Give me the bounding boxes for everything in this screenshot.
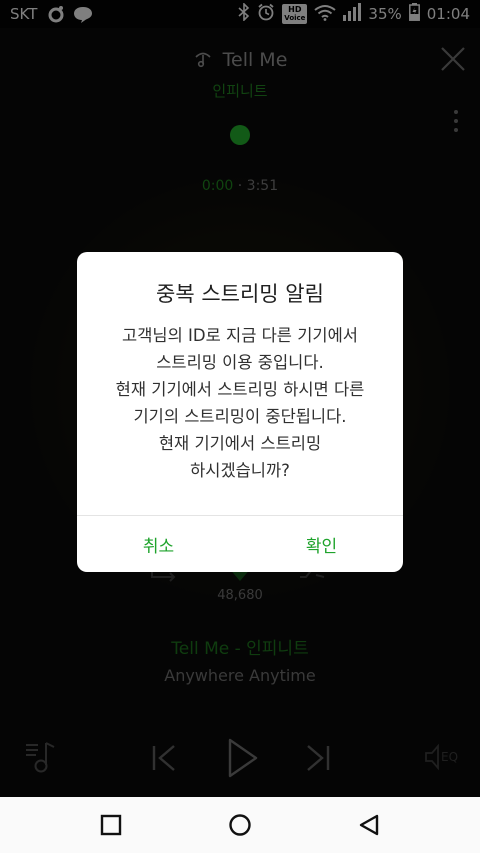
dialog-title: 중복 스트리밍 알림 xyxy=(156,282,324,306)
dialog-message-line: 기기의 스트리밍이 중단됩니다. xyxy=(133,407,347,426)
duplicate-streaming-dialog: 중복 스트리밍 알림 고객님의 ID로 지금 다른 기기에서 스트리밍 이용 중… xyxy=(77,252,403,572)
confirm-button[interactable]: 확인 xyxy=(240,516,403,572)
home-icon xyxy=(229,814,251,836)
dialog-message: 고객님의 ID로 지금 다른 기기에서 스트리밍 이용 중입니다. 현재 기기에… xyxy=(87,322,393,484)
dialog-message-line: 현재 기기에서 스트리밍 xyxy=(158,434,322,453)
dialog-message-line: 현재 기기에서 스트리밍 하시면 다른 xyxy=(115,380,365,399)
home-button[interactable] xyxy=(228,813,252,837)
back-button[interactable] xyxy=(357,813,381,837)
cancel-button[interactable]: 취소 xyxy=(77,516,240,572)
back-icon xyxy=(359,814,379,836)
dialog-message-line: 스트리밍 이용 중입니다. xyxy=(156,353,324,372)
recents-button[interactable] xyxy=(99,813,123,837)
recents-icon xyxy=(100,814,122,836)
dialog-message-line: 고객님의 ID로 지금 다른 기기에서 xyxy=(122,326,358,345)
dialog-message-line: 하시겠습니까? xyxy=(190,461,290,480)
navigation-bar xyxy=(0,797,480,853)
